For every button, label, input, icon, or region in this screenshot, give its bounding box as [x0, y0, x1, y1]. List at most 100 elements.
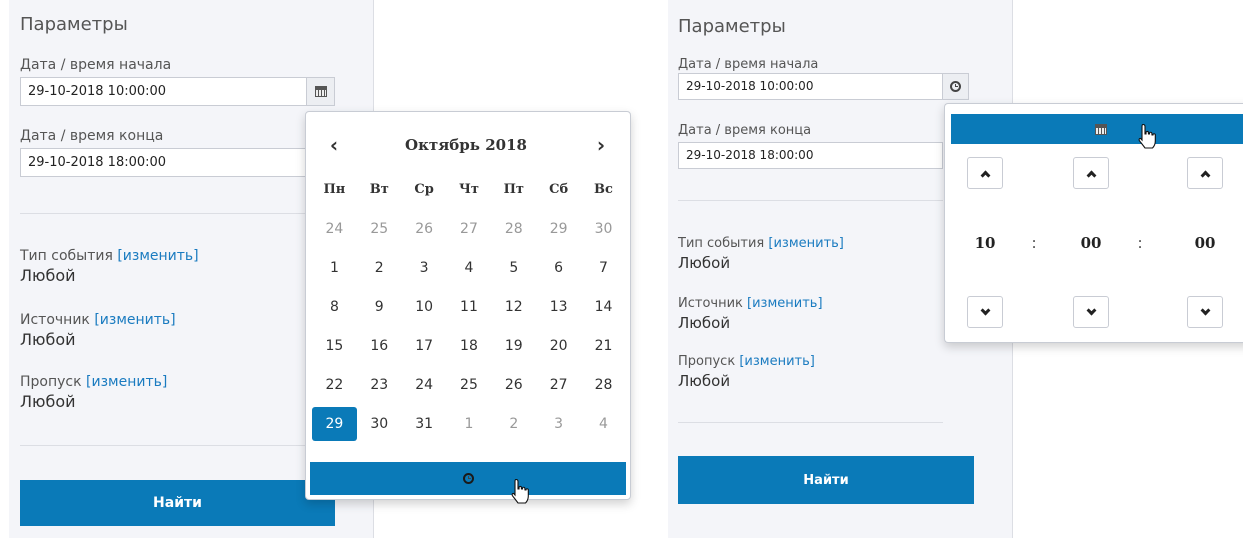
- hours-value[interactable]: 10: [960, 234, 1010, 252]
- chevron-up-icon: [1200, 170, 1210, 180]
- hand-pointer-icon: [511, 478, 529, 504]
- switch-to-time-button[interactable]: [310, 462, 626, 495]
- change-event-type-link[interactable]: [изменить]: [768, 236, 844, 251]
- divider: [678, 200, 943, 201]
- time-separator: :: [1031, 234, 1037, 252]
- filter-pass: Пропуск [изменить]: [678, 354, 815, 369]
- calendar-day[interactable]: 29: [312, 406, 357, 441]
- week-row: 1234567: [312, 248, 626, 287]
- change-source-link[interactable]: [изменить]: [94, 312, 175, 328]
- filter-source: Источник [изменить]: [678, 296, 823, 311]
- search-button[interactable]: Найти: [678, 456, 974, 504]
- search-button[interactable]: Найти: [20, 480, 335, 526]
- increment-hours-button[interactable]: [967, 157, 1003, 189]
- calendar-day[interactable]: 13: [536, 290, 581, 324]
- switch-to-date-button[interactable]: [951, 114, 1243, 144]
- start-time-toggle-button[interactable]: [942, 73, 969, 100]
- calendar-day[interactable]: 11: [447, 290, 492, 324]
- week-row: 24 25 26 27 28 29 30: [312, 209, 626, 248]
- divider: [20, 213, 307, 214]
- calendar-day[interactable]: 16: [357, 329, 402, 363]
- calendar-day[interactable]: 15: [312, 329, 357, 363]
- calendar-day[interactable]: 21: [581, 329, 626, 363]
- minutes-value[interactable]: 00: [1066, 234, 1116, 252]
- calendar-day[interactable]: 20: [536, 329, 581, 363]
- end-datetime-field[interactable]: 29-10-2018 18:00:00: [678, 142, 943, 169]
- calendar-day[interactable]: 3: [536, 407, 581, 441]
- date-picker-popup: ‹ Октябрь 2018 › Пн Вт Ср Чт Пт Сб Вс 24…: [305, 111, 631, 500]
- calendar-day[interactable]: 1: [312, 251, 357, 285]
- increment-minutes-button[interactable]: [1073, 157, 1109, 189]
- start-datetime-field[interactable]: 29-10-2018 10:00:00: [20, 77, 307, 106]
- calendar-day[interactable]: 28: [581, 368, 626, 402]
- filter-event-type: Тип события [изменить]: [20, 248, 199, 264]
- filter-label: Источник: [678, 296, 743, 311]
- calendar-day[interactable]: 29: [536, 212, 581, 246]
- start-datetime-label: Дата / время начала: [678, 57, 819, 72]
- calendar-day[interactable]: 24: [402, 368, 447, 402]
- calendar-day[interactable]: 24: [312, 212, 357, 246]
- calendar-day[interactable]: 8: [312, 290, 357, 324]
- change-pass-link[interactable]: [изменить]: [739, 354, 815, 369]
- calendar-day[interactable]: 26: [402, 212, 447, 246]
- calendar-day[interactable]: 14: [581, 290, 626, 324]
- filter-label: Тип события: [20, 248, 113, 264]
- source-value: Любой: [678, 314, 731, 332]
- weekday-label: Сб: [549, 181, 569, 197]
- hand-pointer-icon: [1138, 123, 1156, 149]
- seconds-value[interactable]: 00: [1180, 234, 1230, 252]
- calendar-day[interactable]: 27: [447, 212, 492, 246]
- calendar-day[interactable]: 7: [581, 251, 626, 285]
- calendar-day[interactable]: 18: [447, 329, 492, 363]
- calendar-day[interactable]: 10: [402, 290, 447, 324]
- calendar-day[interactable]: 25: [357, 212, 402, 246]
- calendar-day[interactable]: 25: [447, 368, 492, 402]
- calendar-day[interactable]: 27: [536, 368, 581, 402]
- weekday-label: Пн: [323, 181, 346, 197]
- calendar-icon: [314, 86, 327, 97]
- weekday-label: Вт: [369, 181, 389, 197]
- change-source-link[interactable]: [изменить]: [747, 296, 823, 311]
- calendar-day[interactable]: 5: [491, 251, 536, 285]
- calendar-day[interactable]: 9: [357, 290, 402, 324]
- calendar-day[interactable]: 19: [491, 329, 536, 363]
- chevron-down-icon: [1200, 305, 1210, 315]
- calendar-day[interactable]: 2: [357, 251, 402, 285]
- calendar-day[interactable]: 6: [536, 251, 581, 285]
- calendar-day[interactable]: 4: [581, 407, 626, 441]
- start-datetime-label: Дата / время начала: [20, 57, 172, 73]
- week-row: 15 16 17 18 19 20 21: [312, 326, 626, 365]
- chevron-up-icon: [980, 170, 990, 180]
- chevron-down-icon: [980, 305, 990, 315]
- panel-title: Параметры: [20, 14, 128, 35]
- end-datetime-field[interactable]: 29-10-2018 18:00:00: [20, 148, 307, 177]
- calendar-day[interactable]: 17: [402, 329, 447, 363]
- chevron-right-icon[interactable]: ›: [590, 134, 612, 156]
- chevron-down-icon: [1086, 305, 1096, 315]
- calendar-day[interactable]: 22: [312, 368, 357, 402]
- calendar-day[interactable]: 26: [491, 368, 536, 402]
- change-event-type-link[interactable]: [изменить]: [117, 248, 198, 264]
- calendar-day[interactable]: 2: [491, 407, 536, 441]
- decrement-minutes-button[interactable]: [1073, 296, 1109, 328]
- calendar-day[interactable]: 4: [447, 251, 492, 285]
- calendar-day[interactable]: 3: [402, 251, 447, 285]
- calendar-day[interactable]: 28: [491, 212, 536, 246]
- end-datetime-label: Дата / время конца: [20, 128, 164, 144]
- filter-label: Пропуск: [678, 354, 736, 369]
- calendar-month-title[interactable]: Октябрь 2018: [376, 136, 556, 154]
- calendar-day[interactable]: 12: [491, 290, 536, 324]
- filter-event-type: Тип события [изменить]: [678, 236, 844, 251]
- calendar-day[interactable]: 30: [357, 407, 402, 441]
- calendar-day[interactable]: 23: [357, 368, 402, 402]
- decrement-seconds-button[interactable]: [1187, 296, 1223, 328]
- chevron-left-icon[interactable]: ‹: [323, 134, 345, 156]
- decrement-hours-button[interactable]: [967, 296, 1003, 328]
- start-datetime-field[interactable]: 29-10-2018 10:00:00: [678, 73, 943, 100]
- change-pass-link[interactable]: [изменить]: [86, 374, 167, 390]
- calendar-day[interactable]: 30: [581, 212, 626, 246]
- calendar-day[interactable]: 31: [402, 407, 447, 441]
- start-date-toggle-button[interactable]: [306, 77, 335, 106]
- increment-seconds-button[interactable]: [1187, 157, 1223, 189]
- calendar-day[interactable]: 1: [447, 407, 492, 441]
